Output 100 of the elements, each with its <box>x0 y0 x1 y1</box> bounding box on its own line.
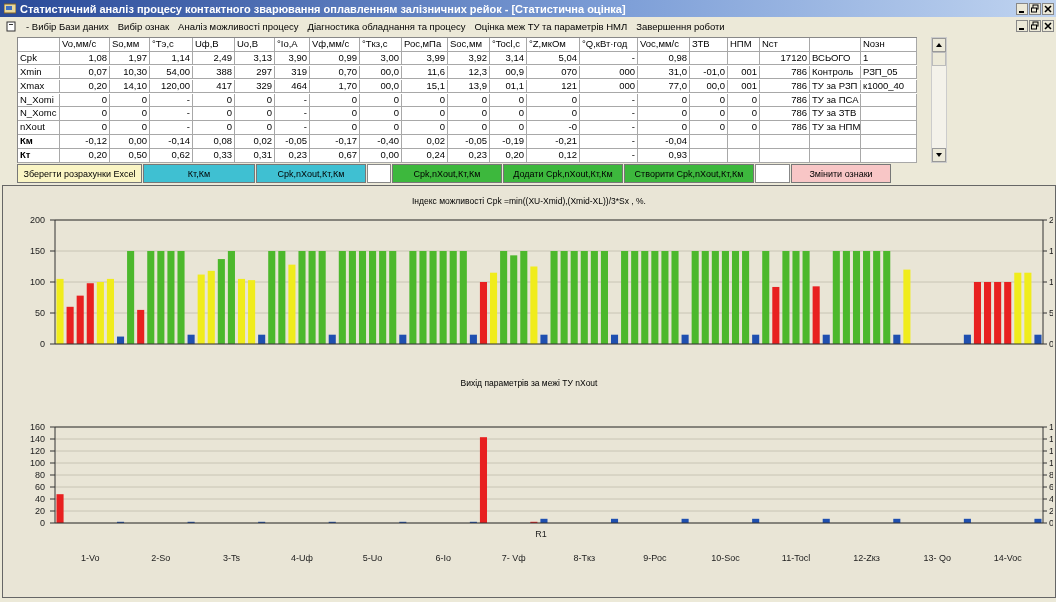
table-cell: 0,23 <box>448 149 490 163</box>
axis-label: 8-Tкз <box>573 553 596 563</box>
axis-label: 1-Vo <box>81 553 100 563</box>
table-cell: 0 <box>235 107 275 121</box>
axis-label: 11-Tocl <box>781 553 811 563</box>
table-cell: ТУ за РЗП <box>810 79 861 94</box>
table-cell: -0,40 <box>360 135 402 149</box>
axis-title: R1 <box>535 529 547 539</box>
row-header: Xmax <box>18 79 60 94</box>
table-cell: 0 <box>360 93 402 108</box>
table-cell: 0 <box>193 93 235 108</box>
table-cell: 0,20 <box>490 149 527 163</box>
axis-label: 0 <box>40 518 45 528</box>
axis-label: 140 <box>29 434 45 444</box>
table-cell: 12,3 <box>448 65 490 80</box>
table-cell: ТУ за ЗТВ <box>810 107 861 121</box>
table-cell: 0,33 <box>193 149 235 163</box>
axis-label: 1 <box>1049 458 1053 468</box>
table-cell: 0,20 <box>60 149 110 163</box>
table-cell: 0 <box>110 93 150 108</box>
axis-label: 5 <box>1049 308 1053 318</box>
table-cell: 0,70 <box>310 65 360 80</box>
row-header: Xmin <box>18 65 60 80</box>
axis-label: 2 <box>1049 506 1053 516</box>
axis-label: 40 <box>35 494 45 504</box>
table-cell: 10,30 <box>110 65 150 80</box>
table-cell: 0 <box>448 93 490 108</box>
table-cell: 14,10 <box>110 79 150 94</box>
axis-label: 2 <box>1049 215 1053 225</box>
chart-title: Індекс можливості Cpk =min((XU-Xmid),(Xmid-XL))/3*Sx , %. <box>411 196 647 208</box>
table-cell: 0 <box>110 107 150 121</box>
table-cell: 0 <box>360 107 402 121</box>
table-cell: 0 <box>690 107 728 121</box>
table-cell: -0,19 <box>490 135 527 149</box>
table-cell: 0 <box>638 121 690 135</box>
axis-label: 20 <box>35 506 45 516</box>
table-cell: 070 <box>527 65 580 80</box>
table-cell: 0 <box>310 93 360 108</box>
row-header: nXout <box>18 121 60 135</box>
table-cell: 0,50 <box>110 149 150 163</box>
table-cell: 0,20 <box>60 79 110 94</box>
table-cell: 0,23 <box>275 149 310 163</box>
axis-label: 4-Uф <box>291 553 313 563</box>
table-cell: 000 <box>580 79 638 94</box>
table-cell: 00,9 <box>490 65 527 80</box>
table-cell: 0 <box>402 107 448 121</box>
axis-label: 9-Рос <box>643 553 667 563</box>
axis-label: 6 <box>1049 482 1053 492</box>
table-cell: -0,21 <box>527 135 580 149</box>
axis-label: 100 <box>29 458 45 468</box>
table-cell: -0,05 <box>275 135 310 149</box>
table-cell: 0 <box>193 107 235 121</box>
table-cell: - <box>275 121 310 135</box>
table-cell: 786 <box>760 107 810 121</box>
table-cell: -0 <box>527 121 580 135</box>
table-cell: 15,1 <box>402 79 448 94</box>
axis-label: 1 <box>1049 434 1053 444</box>
axis-label: 1 <box>1049 446 1053 456</box>
axis-label: 8 <box>1049 470 1053 480</box>
table-cell: 0 <box>60 107 110 121</box>
row-header: N_Xomc <box>18 107 60 121</box>
table-cell: 54,00 <box>150 65 193 80</box>
table-cell: 01,1 <box>490 79 527 94</box>
table-cell: 0 <box>60 93 110 108</box>
table-cell: - <box>150 93 193 108</box>
table-cell: 0 <box>690 93 728 108</box>
table-cell: 0,07 <box>60 65 110 80</box>
axis-label: 3-Ts <box>222 553 240 563</box>
axis-label: 2-So <box>151 553 171 563</box>
table-cell: - <box>580 121 638 135</box>
row-header: N_Xomi <box>18 93 60 108</box>
table-cell: 0 <box>638 93 690 108</box>
table-cell: 121 <box>527 79 580 94</box>
table-cell: -0,14 <box>150 135 193 149</box>
table-cell: 786 <box>760 79 810 94</box>
table-cell: 0 <box>310 121 360 135</box>
table-cell: ТУ за ПСА <box>810 93 861 108</box>
table-cell: 0 <box>527 93 580 108</box>
table-cell: ТУ за НПМ <box>810 121 861 135</box>
row-header: Км <box>18 135 60 149</box>
row-header: Кт <box>18 149 60 163</box>
table-cell: 0 <box>193 121 235 135</box>
table-cell: 786 <box>760 65 810 80</box>
axis-label: 12-Zкз <box>853 553 880 563</box>
table-cell: - <box>580 93 638 108</box>
table-cell: 00,0 <box>690 79 728 94</box>
axis-label: 5-Uo <box>362 553 383 563</box>
table-cell: 0 <box>402 93 448 108</box>
table-cell: 001 <box>728 65 760 80</box>
window-title: Статистичний аналіз процесу контактного зварювання оплавленням залізничних рейок - [Статистична оцінка] <box>20 2 626 15</box>
axis-label: 14-Voc <box>993 553 1022 563</box>
table-cell: -0,12 <box>60 135 110 149</box>
table-cell: 464 <box>275 79 310 94</box>
table-cell: 0,24 <box>402 149 448 163</box>
table-cell: 417 <box>193 79 235 94</box>
table-cell: 001 <box>728 79 760 94</box>
chart-title: Вихід параметрів за межі ТУ nXout <box>459 378 599 390</box>
table-cell: 297 <box>235 65 275 80</box>
axis-label: 0 <box>1049 339 1053 349</box>
table-cell: -0,05 <box>448 135 490 149</box>
